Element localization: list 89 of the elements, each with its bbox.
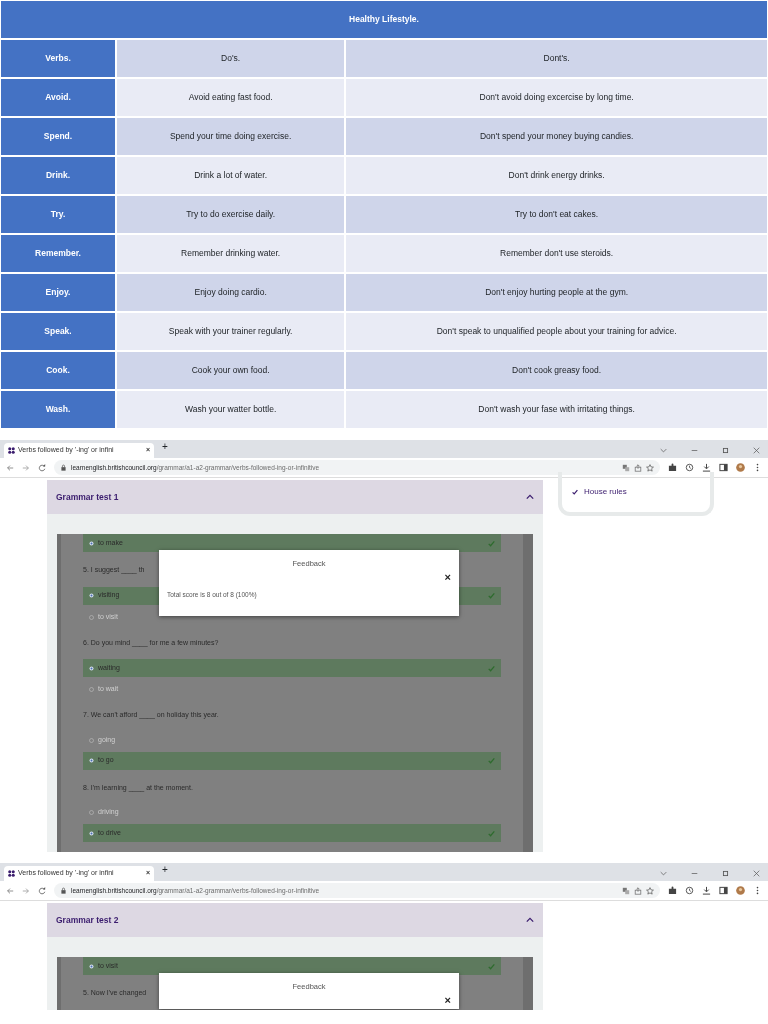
table-cell: Drink a lot of water.: [116, 156, 346, 195]
check-icon: [488, 829, 495, 837]
table-cell: Don't cook greasy food.: [345, 351, 768, 390]
sync-icon[interactable]: [685, 886, 694, 895]
check-icon: [488, 539, 495, 547]
check-icon: [488, 962, 495, 970]
table-cell: Remember don't use steroids.: [345, 234, 768, 273]
minimize-icon[interactable]: [691, 870, 698, 877]
lock-icon[interactable]: [60, 887, 67, 894]
close-icon[interactable]: [753, 870, 760, 877]
table-cell: Try.: [0, 195, 116, 234]
table-cell: Spend.: [0, 117, 116, 156]
table-cell: Remember drinking water.: [116, 234, 346, 273]
radio-icon: [89, 540, 94, 546]
check-icon: [488, 664, 495, 672]
table-cell: Speak.: [0, 312, 116, 351]
radio-icon: [89, 963, 94, 969]
column-header: Do's.: [116, 39, 346, 78]
radio-icon: [89, 758, 94, 763]
avatar-icon[interactable]: [736, 886, 745, 895]
table-cell: Don't speak to unqualified people about your training for advice.: [345, 312, 768, 351]
maximize-icon[interactable]: [722, 447, 729, 454]
grid-icon: [8, 447, 15, 454]
sync-icon[interactable]: [685, 463, 694, 472]
section-header[interactable]: Grammar test 2: [47, 903, 543, 937]
new-tab-button[interactable]: +: [162, 863, 168, 877]
column-header: Verbs.: [0, 39, 116, 78]
table-cell: Cook.: [0, 351, 116, 390]
back-icon[interactable]: [6, 463, 14, 472]
share-icon[interactable]: [634, 463, 642, 472]
section-header[interactable]: Grammar test 1: [47, 480, 543, 514]
table-cell: Drink.: [0, 156, 116, 195]
chevron-down-icon[interactable]: [660, 447, 667, 454]
sidebar-item[interactable]: House rules: [584, 486, 627, 498]
table-cell: Spend your time doing exercise.: [116, 117, 346, 156]
lock-icon[interactable]: [60, 464, 67, 471]
radio-icon: [89, 687, 94, 692]
table-cell: Speak with your trainer regularly.: [116, 312, 346, 351]
check-icon: [488, 757, 495, 764]
table-cell: Avoid eating fast food.: [116, 78, 346, 117]
side-panel-icon[interactable]: [719, 463, 728, 472]
star-icon[interactable]: [646, 463, 654, 472]
chevron-down-icon[interactable]: [660, 870, 667, 877]
radio-icon: [89, 810, 94, 815]
table-cell: Enjoy.: [0, 273, 116, 312]
table-cell: Remember.: [0, 234, 116, 273]
new-tab-button[interactable]: +: [162, 440, 168, 454]
radio-icon: [89, 737, 94, 743]
close-button[interactable]: ×: [444, 569, 451, 586]
check-icon: [488, 592, 495, 599]
table-cell: Don't drink energy drinks.: [345, 156, 768, 195]
section-title: Grammar test 2: [56, 913, 119, 927]
avatar-icon[interactable]: [736, 463, 745, 472]
back-icon[interactable]: [6, 886, 14, 895]
close-button[interactable]: ×: [444, 992, 451, 1009]
close-icon[interactable]: [753, 447, 760, 454]
radio-icon: [89, 593, 94, 598]
download-icon[interactable]: [702, 886, 711, 895]
check-icon: [572, 489, 578, 495]
grid-icon: [8, 870, 15, 877]
table-cell: Cook your own food.: [116, 351, 346, 390]
reload-icon[interactable]: [38, 886, 46, 895]
table-cell: Don't wash your fase with irritating things.: [345, 390, 768, 429]
radio-icon: [89, 830, 94, 836]
table-cell: Don't avoid doing excercise by long time.: [345, 78, 768, 117]
puzzle-icon[interactable]: [668, 886, 677, 895]
table-title: Healthy Lifestyle.: [0, 0, 768, 39]
maximize-icon[interactable]: [722, 870, 729, 877]
section-title: Grammar test 1: [56, 490, 119, 504]
table-cell: Try to don't eat cakes.: [345, 195, 768, 234]
table-cell: Enjoy doing cardio.: [116, 273, 346, 312]
minimize-icon[interactable]: [691, 447, 698, 454]
table-cell: Don't spend your money buying candies.: [345, 117, 768, 156]
column-header: Dont's.: [345, 39, 768, 78]
reload-icon[interactable]: [38, 463, 46, 472]
puzzle-icon[interactable]: [668, 463, 677, 472]
download-icon[interactable]: [702, 463, 711, 472]
translate-icon[interactable]: [622, 463, 630, 472]
table-cell: Try to do exercise daily.: [116, 195, 346, 234]
table-cell: Wash your watter bottle.: [116, 390, 346, 429]
translate-icon[interactable]: [622, 886, 630, 895]
radio-icon: [89, 665, 94, 671]
share-icon[interactable]: [634, 886, 642, 895]
table-cell: Wash.: [0, 390, 116, 429]
side-panel-icon[interactable]: [719, 886, 728, 895]
table-cell: Don't enjoy hurting people at the gym.: [345, 273, 768, 312]
table-cell: Avoid.: [0, 78, 116, 117]
star-icon[interactable]: [646, 886, 654, 895]
radio-icon: [89, 614, 94, 620]
